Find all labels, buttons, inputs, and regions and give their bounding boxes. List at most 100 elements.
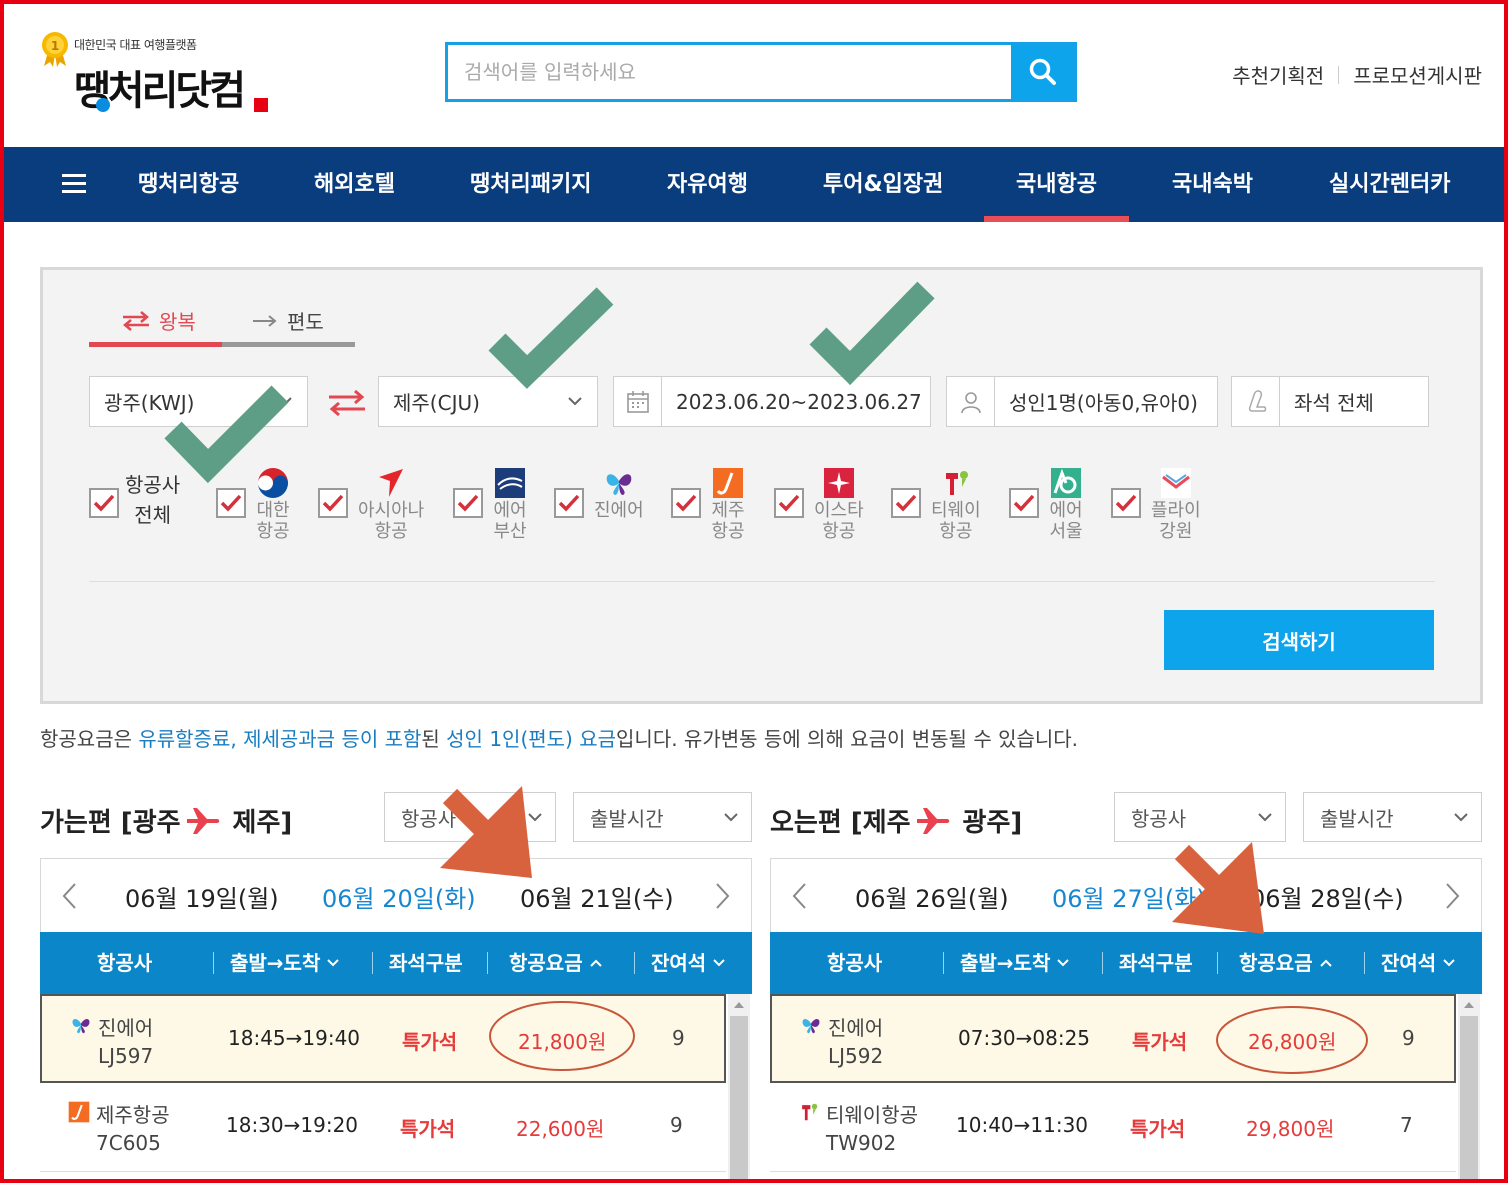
col-airline[interactable]: 항공사	[827, 932, 882, 994]
col-airline[interactable]: 항공사	[97, 932, 152, 994]
nav-item-free-travel[interactable]: 자유여행	[667, 147, 748, 222]
airline-filter-air-seoul[interactable]: 에어 서울	[1009, 466, 1083, 542]
checkbox-checked[interactable]	[1111, 488, 1141, 518]
inbound-time-select[interactable]: 출발시간	[1303, 792, 1482, 842]
origin-select[interactable]: 광주(KWJ)	[89, 376, 308, 427]
chevron-right-icon[interactable]	[1441, 881, 1463, 911]
airline-filter-asiana[interactable]: 아시아나 항공	[318, 466, 424, 542]
outbound-airline-select[interactable]: 항공사	[384, 792, 556, 842]
col-seats-left[interactable]: 잔여석	[1381, 932, 1456, 994]
checkbox-checked[interactable]	[891, 488, 921, 518]
chevron-up-icon	[589, 959, 602, 967]
asiana-logo-icon	[374, 466, 408, 500]
fare-notice: 항공요금은 유류할증료, 제세공과금 등이 포함된 성인 1인(편도) 요금입니…	[40, 727, 1079, 751]
table-row[interactable]: 티웨이항공 TW902 10:40→11:30 특가석 29,800원 7	[770, 1083, 1456, 1172]
nav-item-hotels[interactable]: 해외호텔	[314, 147, 395, 222]
destination-select[interactable]: 제주(CJU)	[378, 376, 598, 427]
nav-item-packages[interactable]: 땡처리패키지	[470, 147, 591, 222]
check-icon	[895, 494, 917, 512]
outbound-time-select[interactable]: 출발시간	[573, 792, 752, 842]
arrow-right-icon	[253, 314, 277, 327]
scroll-thumb[interactable]	[1460, 1016, 1478, 1183]
nav-item-cheap-flights[interactable]: 땡처리항공	[138, 147, 239, 222]
col-fare[interactable]: 항공요금	[1239, 932, 1333, 994]
table-row[interactable]: 진에어 LJ597 18:45→19:40 특가석 21,800원 9	[40, 994, 726, 1083]
passenger-field[interactable]: 성인1명(아동0,유아0)	[946, 376, 1218, 427]
scroll-up-icon[interactable]	[733, 1000, 745, 1010]
round-trip-icon	[123, 310, 149, 331]
nav-item-domestic-stays[interactable]: 국내숙박	[1172, 147, 1253, 222]
swap-icon[interactable]	[326, 388, 368, 418]
row-seats-left: 7	[1400, 1113, 1413, 1137]
nav-item-rental-car[interactable]: 실시간렌터카	[1329, 147, 1450, 222]
link-recommended[interactable]: 추천기획전	[1232, 60, 1324, 89]
plane-icon	[916, 807, 949, 834]
airline-filter-korean-air[interactable]: 대한 항공	[216, 466, 290, 542]
airline-name: 티웨이 항공	[931, 500, 981, 542]
nav-item-domestic-flights[interactable]: 국내항공	[984, 147, 1129, 222]
checkbox-checked[interactable]	[318, 488, 348, 518]
inbound-scrollbar[interactable]	[1458, 994, 1480, 1183]
outbound-date-bar: 06월 19일(월) 06월 20일(화) 06월 21일(수)	[40, 858, 752, 932]
chevron-left-icon[interactable]	[789, 881, 811, 911]
col-time[interactable]: 출발→도착	[230, 932, 340, 994]
col-seat[interactable]: 좌석구분	[1119, 932, 1193, 994]
checkbox-checked[interactable]	[216, 488, 246, 518]
checkbox-checked[interactable]	[1009, 488, 1039, 518]
search-submit-button[interactable]: 검색하기	[1164, 610, 1434, 670]
row-seat-type: 특가석	[1130, 1117, 1186, 1141]
table-row[interactable]: 제주항공 7C605 18:30→19:20 특가석 22,600원 9	[40, 1083, 726, 1172]
date-option[interactable]: 06월 21일(수)	[520, 879, 674, 914]
airline-filter-eastar[interactable]: 이스타 항공	[774, 466, 864, 542]
checkbox-checked[interactable]	[774, 488, 804, 518]
chevron-right-icon[interactable]	[711, 881, 733, 911]
outbound-scrollbar[interactable]	[728, 994, 750, 1183]
check-icon	[1115, 494, 1137, 512]
date-option[interactable]: 06월 19일(월)	[125, 879, 279, 914]
scroll-up-icon[interactable]	[1463, 1000, 1475, 1010]
airline-filter-tway[interactable]: 티웨이 항공	[891, 466, 981, 542]
nav-item-tours[interactable]: 투어&입장권	[823, 147, 943, 222]
airline-filter-fly-gangwon[interactable]: 플라이 강원	[1111, 466, 1201, 542]
checkbox-checked[interactable]	[554, 488, 584, 518]
checkbox-checked[interactable]	[453, 488, 483, 518]
airline-filter-jin-air[interactable]: 진에어	[554, 466, 644, 521]
col-fare[interactable]: 항공요금	[509, 932, 603, 994]
inbound-airline-select[interactable]: 항공사	[1114, 792, 1286, 842]
col-seats-left[interactable]: 잔여석	[651, 932, 726, 994]
check-icon	[93, 494, 115, 512]
row-seats-left: 9	[1402, 1026, 1415, 1050]
site-logo[interactable]: 1 대한민국 대표 여행플랫폼 땡처리닷컴	[38, 28, 278, 120]
airline-all-label: 항공사 전체	[125, 473, 181, 527]
chevron-left-icon[interactable]	[59, 881, 81, 911]
date-option[interactable]: 06월 26일(월)	[855, 879, 1009, 914]
date-option[interactable]: 06월 28일(수)	[1250, 879, 1404, 914]
tab-one-way[interactable]: 편도	[251, 306, 324, 335]
checkbox-checked[interactable]	[671, 488, 701, 518]
hamburger-icon[interactable]	[62, 174, 86, 194]
airline-filter-air-busan[interactable]: 에어 부산	[453, 466, 527, 542]
row-price: 26,800원	[1248, 1030, 1337, 1054]
scroll-thumb[interactable]	[730, 1016, 748, 1183]
search-button[interactable]	[1011, 45, 1074, 99]
logo-dot-blue	[96, 98, 110, 112]
table-row[interactable]: 진에어 LJ592 07:30→08:25 특가석 26,800원 9	[770, 994, 1456, 1083]
col-seat[interactable]: 좌석구분	[389, 932, 463, 994]
date-range-field[interactable]: 2023.06.20~2023.06.27	[613, 376, 931, 427]
col-time[interactable]: 출발→도착	[960, 932, 1070, 994]
date-option-selected[interactable]: 06월 27일(화)	[1052, 879, 1206, 914]
row-airline: 티웨이항공 TW902	[798, 1101, 918, 1157]
checkbox-checked[interactable]	[89, 488, 119, 518]
chevron-down-icon	[1454, 813, 1468, 822]
airline-filter-jeju-air[interactable]: 제주 항공	[671, 466, 745, 542]
link-promotions[interactable]: 프로모션게시판	[1353, 60, 1482, 89]
search-input[interactable]	[448, 45, 1011, 99]
person-icon	[947, 377, 995, 426]
airline-filter-all[interactable]: 항공사 전체	[89, 466, 180, 530]
tab-round-trip[interactable]: 왕복	[121, 306, 196, 335]
date-option-selected[interactable]: 06월 20일(화)	[322, 879, 476, 914]
main-nav: 땡처리항공 해외호텔 땡처리패키지 자유여행 투어&입장권 국내항공 국내숙박 …	[4, 147, 1504, 222]
airline-name: 에어 부산	[493, 500, 527, 542]
row-time: 10:40→11:30	[956, 1113, 1089, 1137]
seat-class-field[interactable]: 좌석 전체	[1231, 376, 1429, 427]
